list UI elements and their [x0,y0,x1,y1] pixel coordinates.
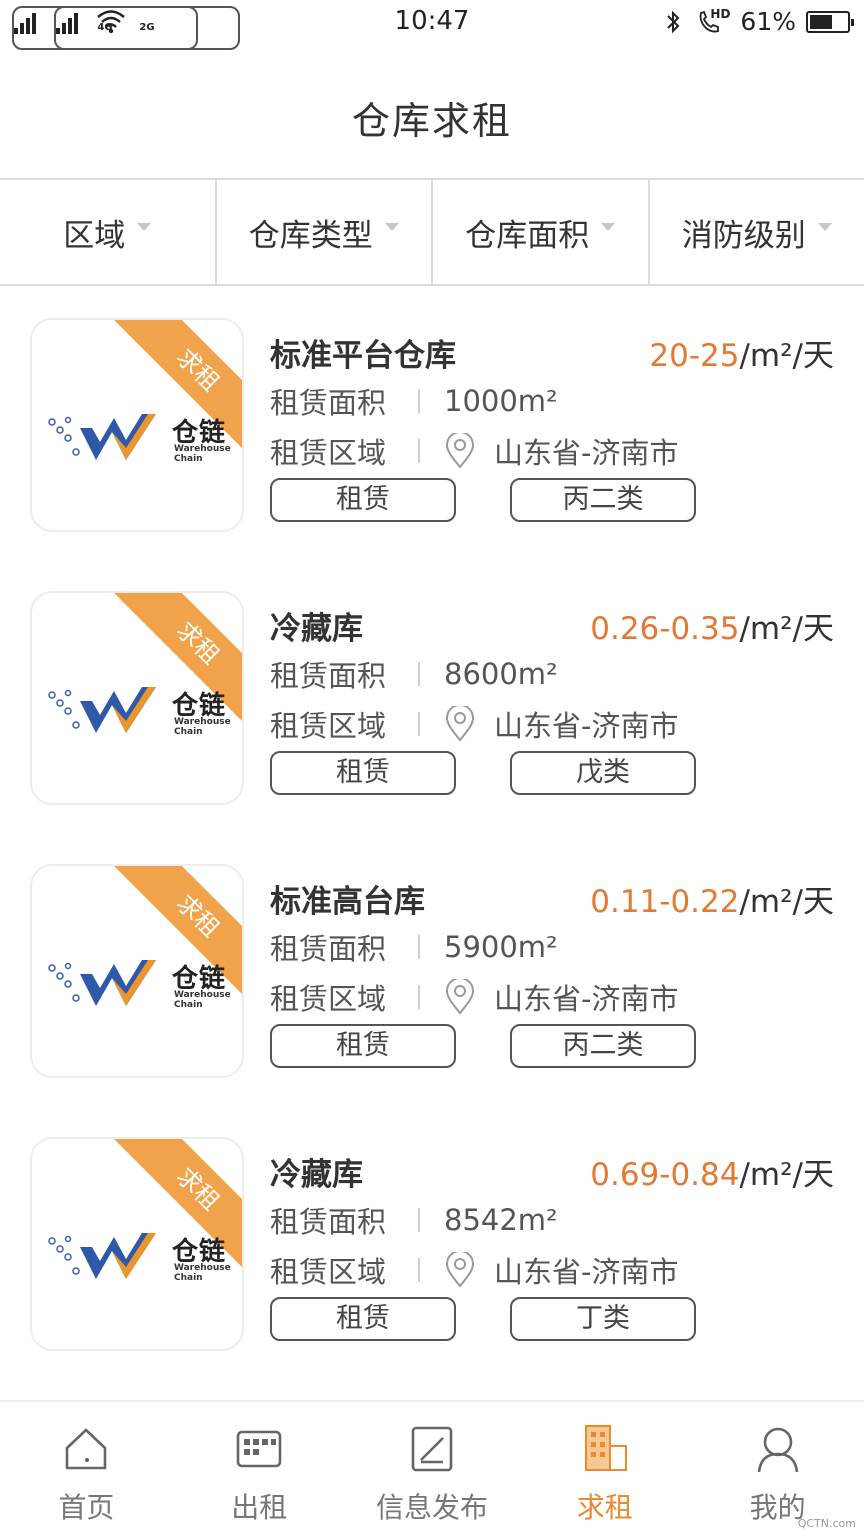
region-value: 山东省-济南市 [494,1255,679,1289]
page-title: 仓库求租 [351,99,512,143]
area-row: 租赁面积 5900m² [270,930,558,966]
fire-grade-tag: 丁类 [510,1297,696,1341]
filter-bar: 区域 仓库类型 仓库面积 消防级别 [0,178,864,286]
edit-icon [411,1426,453,1472]
region-row: 租赁区域 山东省-济南市 [270,430,678,472]
user-icon [757,1427,798,1473]
lease-type-tag: 租赁 [270,751,456,795]
caret-down-icon [817,223,832,231]
fire-grade-tag: 丙二类 [510,478,696,522]
area-row: 租赁面积 1000m² [270,384,558,420]
area-value: 1000m² [444,384,558,418]
listing-thumbnail: 求租 仓链 Warehouse Chain [30,591,244,805]
location-pin-icon [445,1252,475,1288]
location-pin-icon [445,433,475,469]
area-row: 租赁面积 8600m² [270,657,558,693]
listing-card[interactable]: 求租 仓链 Warehouse Chain 冷藏库 0.26-0.35/m²/天 … [0,561,864,834]
area-row: 租赁面积 8542m² [270,1203,558,1239]
nav-for-rent[interactable]: 出租 [173,1402,346,1536]
fire-grade-tag: 丙二类 [510,1024,696,1068]
warehouse-chain-logo: 仓链 Warehouse Chain [46,1227,231,1287]
caret-down-icon [601,223,616,231]
area-value: 8542m² [444,1203,558,1237]
nav-home[interactable]: 首页 [0,1402,173,1536]
location-pin-icon [445,706,475,742]
region-row: 租赁区域 山东省-济南市 [270,703,678,745]
listing-thumbnail: 求租 仓链 Warehouse Chain [30,864,244,1078]
nav-wanted[interactable]: 求租 [518,1402,691,1536]
hd-call-icon: HD [696,7,730,35]
listing-title: 标准平台仓库 [270,338,456,374]
lease-type-tag: 租赁 [270,478,456,522]
area-value: 8600m² [444,657,558,691]
area-value: 5900m² [444,930,558,964]
region-row: 租赁区域 山东省-济南市 [270,976,678,1018]
region-value: 山东省-济南市 [494,709,679,743]
bottom-nav: 首页 出租 信息发布 求租 我的 QCTN.com [0,1400,864,1536]
watermark: QCTN.com [797,1517,856,1530]
listing-thumbnail: 求租 仓链 Warehouse Chain [30,318,244,532]
region-row: 租赁区域 山东省-济南市 [270,1249,678,1291]
filter-warehouse-area[interactable]: 仓库面积 [433,180,650,284]
building-icon [584,1425,627,1471]
home-icon [66,1428,107,1470]
status-right: HD 61% [660,7,854,36]
caret-down-icon [384,223,399,231]
fire-grade-tag: 戊类 [510,751,696,795]
warehouse-chain-logo: 仓链 Warehouse Chain [46,954,231,1014]
warehouse-chain-logo: 仓链 Warehouse Chain [46,408,231,468]
bluetooth-icon [667,10,680,33]
listing-card[interactable]: 求租 仓链 Warehouse Chain 冷藏库 0.69-0.84/m²/天 … [0,1107,864,1380]
listing-price: 20-25/m²/天 [649,338,834,374]
lease-type-tag: 租赁 [270,1024,456,1068]
lease-type-tag: 租赁 [270,1297,456,1341]
warehouse-chain-logo: 仓链 Warehouse Chain [46,681,231,741]
region-value: 山东省-济南市 [494,982,679,1016]
listing-title: 冷藏库 [270,1157,363,1193]
filter-warehouse-type[interactable]: 仓库类型 [217,180,433,284]
nav-publish[interactable]: 信息发布 [346,1402,519,1536]
filter-region[interactable]: 区域 [0,180,217,284]
listing-price: 0.69-0.84/m²/天 [590,1157,834,1193]
battery-percent: 61% [740,7,796,36]
listing-card[interactable]: 求租 仓链 Warehouse Chain 标准高台库 0.11-0.22/m²/… [0,834,864,1107]
listing-price: 0.26-0.35/m²/天 [590,611,834,647]
listing-price: 0.11-0.22/m²/天 [590,884,834,920]
location-pin-icon [445,979,475,1015]
app-header: 仓库求租 [0,46,864,178]
filter-fire-rating[interactable]: 消防级别 [650,180,864,284]
nav-mine[interactable]: 我的 [691,1402,864,1536]
warehouse-icon [236,1430,282,1468]
listing-title: 冷藏库 [270,611,363,647]
listing-card[interactable]: 求租 仓链 Warehouse Chain 标准平台仓库 20-25/m²/天 租… [0,288,864,561]
battery-icon [806,10,854,33]
region-value: 山东省-济南市 [494,436,679,470]
listing-thumbnail: 求租 仓链 Warehouse Chain [30,1137,244,1351]
caret-down-icon [137,223,152,231]
listing-title: 标准高台库 [270,884,425,920]
status-bar: 4G 2G 10:47 HD 61% [0,0,864,50]
